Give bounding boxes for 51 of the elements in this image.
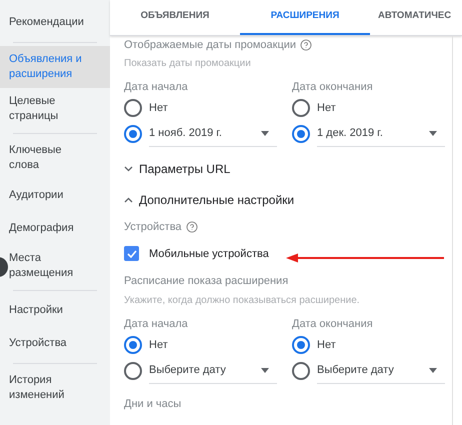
sidebar-item[interactable]: Настройки — [9, 294, 110, 327]
radio-button[interactable] — [124, 336, 142, 354]
field-label: Дата окончания — [292, 80, 374, 94]
radio-button[interactable] — [124, 125, 142, 143]
sidebar-item[interactable]: История изменений — [9, 367, 110, 409]
radio-button[interactable] — [124, 99, 142, 117]
field-label: Дата начала — [124, 316, 189, 332]
radio-button[interactable] — [292, 336, 310, 354]
chevron-down-icon — [124, 166, 133, 172]
field-label: Дата начала — [124, 80, 189, 94]
radio-label: Нет — [317, 100, 336, 116]
check-icon — [126, 250, 136, 258]
section-toggle[interactable]: Параметры URL — [124, 160, 230, 178]
radio-button[interactable] — [292, 362, 310, 380]
help-icon[interactable] — [186, 221, 198, 234]
caret-icon — [261, 131, 269, 136]
radio-button[interactable] — [292, 125, 310, 143]
sidebar-item[interactable]: Ключевые слова — [9, 137, 110, 179]
section-title: Расписание показа расширения — [124, 274, 290, 289]
hint-text: Показать даты промоакции — [124, 56, 252, 70]
chevron-up-icon — [124, 197, 133, 203]
checkbox[interactable] — [124, 246, 139, 262]
sidebar-item[interactable]: Аудитории — [9, 179, 110, 212]
tab[interactable]: РАСШИРЕНИЯ — [240, 0, 370, 35]
sidebar-item[interactable]: Места размещения — [9, 245, 110, 287]
date-dropdown[interactable]: 1 нояб. 2019 г. — [149, 121, 277, 147]
caret-icon — [429, 368, 437, 373]
radio-button[interactable] — [292, 99, 310, 117]
sidebar-item[interactable]: Демография — [9, 212, 110, 245]
caret-icon — [261, 368, 269, 373]
section-title: Дни и часы — [124, 397, 182, 412]
field-label: Дата окончания — [292, 316, 374, 332]
section-title: Отображаемые даты промоакции — [124, 38, 296, 53]
sidebar-item[interactable]: Рекомендации — [9, 6, 110, 39]
date-dropdown[interactable]: Выберите дату — [317, 358, 445, 384]
date-dropdown[interactable]: Выберите дату — [149, 358, 277, 384]
radio-label: Нет — [149, 338, 168, 353]
radio-label: Нет — [317, 338, 336, 353]
checkbox-label: Мобильные устройства — [149, 246, 269, 262]
tab[interactable]: ОБЪЯВЛЕНИЯ — [110, 0, 240, 35]
tab[interactable]: АВТОМАТИЧЕС — [370, 0, 460, 35]
radio-button[interactable] — [124, 362, 142, 380]
hint-text: Укажите, когда должно показываться расширение. — [124, 294, 361, 308]
date-dropdown[interactable]: 1 дек. 2019 г. — [317, 121, 445, 147]
radio-label: Нет — [149, 100, 168, 116]
section-title: Устройства — [124, 220, 182, 235]
sidebar-item[interactable]: Устройства — [9, 327, 110, 360]
help-icon[interactable] — [300, 39, 312, 52]
section-toggle[interactable]: Дополнительные настройки — [124, 191, 294, 209]
caret-icon — [429, 131, 437, 136]
sidebar-item[interactable]: Целевые страницы — [9, 88, 110, 130]
